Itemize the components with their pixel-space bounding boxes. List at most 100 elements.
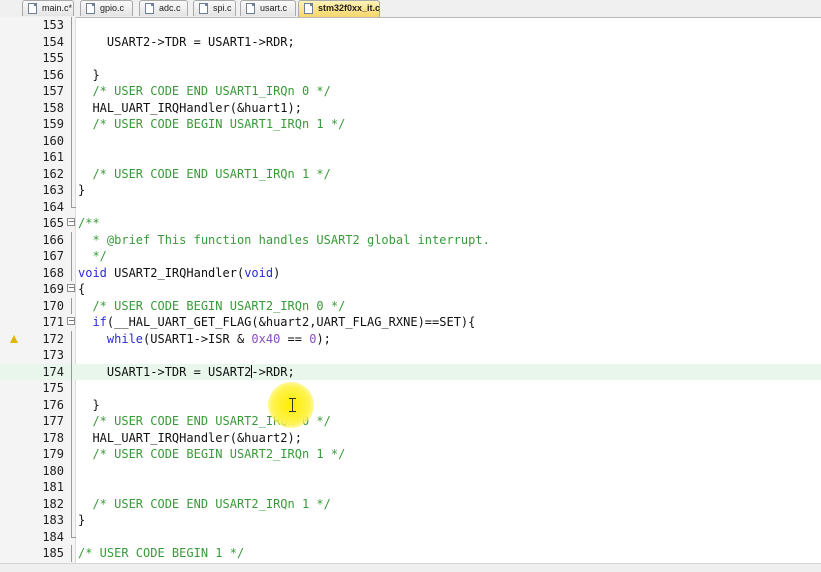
code-line[interactable]: 157 /* USER CODE END USART1_IRQn 0 */: [0, 83, 821, 100]
code-line[interactable]: 179 /* USER CODE BEGIN USART2_IRQn 1 */: [0, 446, 821, 463]
code-line[interactable]: 175: [0, 380, 821, 397]
code-line[interactable]: 173: [0, 347, 821, 364]
code-line[interactable]: 156 }: [0, 66, 821, 84]
tab-usart-c[interactable]: usart.c: [240, 0, 296, 16]
code-line[interactable]: 171− if(__HAL_UART_GET_FLAG(&huart2,UART…: [0, 314, 821, 331]
tab-spi-c[interactable]: spi.c: [193, 0, 236, 16]
code-line[interactable]: 178 HAL_UART_IRQHandler(&huart2);: [0, 429, 821, 447]
code-line[interactable]: 155: [0, 50, 821, 67]
code-line[interactable]: 183}: [0, 512, 821, 529]
code-line[interactable]: 158 HAL_UART_IRQHandler(&huart1);: [0, 99, 821, 117]
code-text[interactable]: /* USER CODE END USART1_IRQn 0 */: [78, 83, 330, 100]
tab-label: gpio.c: [100, 3, 125, 13]
c-file-icon: [304, 3, 313, 14]
code-line[interactable]: 168 void USART2_IRQHandler(void): [0, 264, 821, 282]
fold-line: [67, 99, 76, 116]
code-text[interactable]: /* USER CODE BEGIN USART1_IRQn 1 */: [78, 116, 345, 133]
code-line[interactable]: 154 USART2->TDR = USART1->RDR;: [0, 33, 821, 51]
tab-stm32f0xx-it-c[interactable]: stm32f0xx_it.c: [298, 0, 380, 17]
code-line[interactable]: 176 }: [0, 396, 821, 414]
line-number: 179: [42, 447, 64, 461]
code-line[interactable]: 169−{: [0, 281, 821, 298]
code-text[interactable]: }: [78, 182, 85, 199]
warning-icon[interactable]: [10, 334, 18, 343]
fold-line: [67, 380, 76, 397]
code-text[interactable]: }: [78, 512, 85, 529]
tab-label: stm32f0xx_it.c: [318, 3, 381, 13]
code-text[interactable]: if(__HAL_UART_GET_FLAG(&huart2,UART_FLAG…: [78, 314, 475, 331]
code-text[interactable]: /* USER CODE BEGIN USART2_IRQn 1 */: [78, 446, 345, 463]
line-number: 168: [42, 265, 64, 280]
code-line[interactable]: 181: [0, 479, 821, 496]
fold-collapse-icon[interactable]: −: [67, 215, 76, 232]
code-text[interactable]: while(USART1->ISR & 0x40 == 0);: [78, 331, 331, 348]
code-line[interactable]: 174 USART1->TDR = USART2->RDR;: [0, 363, 821, 381]
code-text[interactable]: USART2->TDR = USART1->RDR;: [78, 34, 295, 51]
fold-end-marker: [67, 528, 76, 546]
code-text[interactable]: /* USER CODE BEGIN USART2_IRQn 0 */: [78, 298, 345, 315]
code-line[interactable]: 172 while(USART1->ISR & 0x40 == 0);: [0, 330, 821, 348]
line-number: 183: [42, 513, 64, 527]
code-text[interactable]: }: [78, 67, 99, 84]
fold-collapse-icon[interactable]: −: [67, 281, 76, 298]
code-line[interactable]: 153: [0, 17, 821, 34]
tab-gpio-c[interactable]: gpio.c: [80, 0, 133, 16]
line-number: 184: [42, 529, 64, 544]
code-text[interactable]: HAL_UART_IRQHandler(&huart1);: [78, 100, 302, 117]
code-line[interactable]: 165−/**: [0, 215, 821, 232]
code-line[interactable]: 163}: [0, 182, 821, 199]
fold-line: [67, 66, 76, 83]
code-line[interactable]: 170 /* USER CODE BEGIN USART2_IRQn 0 */: [0, 297, 821, 315]
code-text[interactable]: /* USER CODE END USART2_IRQn 1 */: [78, 496, 330, 513]
line-number: 153: [42, 18, 64, 32]
line-number: 170: [42, 298, 64, 313]
code-text[interactable]: /* USER CODE END USART1_IRQn 1 */: [78, 166, 330, 183]
code-text[interactable]: {: [78, 281, 85, 298]
fold-line: [67, 149, 76, 166]
fold-line: [67, 495, 76, 512]
line-number: 169: [42, 282, 64, 296]
fold-line: [67, 132, 76, 149]
fold-line: [67, 33, 76, 50]
line-number: 160: [42, 133, 64, 148]
line-number: 177: [42, 414, 64, 428]
fold-collapse-icon[interactable]: −: [67, 314, 76, 331]
code-line[interactable]: 162 /* USER CODE END USART1_IRQn 1 */: [0, 165, 821, 183]
line-number: 181: [42, 480, 64, 494]
code-line[interactable]: 177 /* USER CODE END USART2_IRQn 0 */: [0, 413, 821, 430]
tab-label: usart.c: [260, 3, 288, 13]
fold-line: [67, 462, 76, 479]
code-text[interactable]: * @brief This function handles USART2 gl…: [78, 232, 489, 249]
code-line[interactable]: 182 /* USER CODE END USART2_IRQn 1 */: [0, 495, 821, 513]
line-number: 175: [42, 381, 64, 395]
line-number: 171: [42, 315, 64, 329]
code-line[interactable]: 160: [0, 132, 821, 149]
code-line[interactable]: 185 /* USER CODE BEGIN 1 */: [0, 545, 821, 562]
code-text[interactable]: */: [78, 248, 106, 265]
fold-line: [67, 264, 76, 281]
code-text[interactable]: HAL_UART_IRQHandler(&huart2);: [78, 430, 302, 447]
tab-adc-c[interactable]: adc.c: [139, 0, 188, 16]
line-number: 159: [42, 117, 64, 131]
code-line[interactable]: 184: [0, 528, 821, 546]
text-cursor-icon: [289, 398, 297, 412]
fold-line: [67, 248, 76, 265]
code-text[interactable]: }: [78, 397, 99, 414]
line-number: 182: [42, 496, 64, 511]
code-text[interactable]: void USART2_IRQHandler(void): [78, 265, 280, 282]
code-line[interactable]: 167 */: [0, 248, 821, 265]
code-line[interactable]: 164: [0, 198, 821, 216]
text-caret: [250, 364, 252, 378]
code-text[interactable]: /**: [78, 215, 100, 232]
fold-line: [67, 165, 76, 182]
code-line[interactable]: 166 * @brief This function handles USART…: [0, 231, 821, 249]
code-text[interactable]: /* USER CODE BEGIN 1 */: [78, 545, 244, 562]
code-line[interactable]: 180: [0, 462, 821, 479]
code-line[interactable]: 159 /* USER CODE BEGIN USART1_IRQn 1 */: [0, 116, 821, 133]
fold-line: [67, 116, 76, 133]
line-number: 162: [42, 166, 64, 181]
code-line[interactable]: 161: [0, 149, 821, 166]
code-text[interactable]: USART1->TDR = USART2->RDR;: [78, 364, 295, 381]
tab-main-c[interactable]: main.c*: [22, 0, 74, 16]
line-number: 161: [42, 150, 64, 164]
